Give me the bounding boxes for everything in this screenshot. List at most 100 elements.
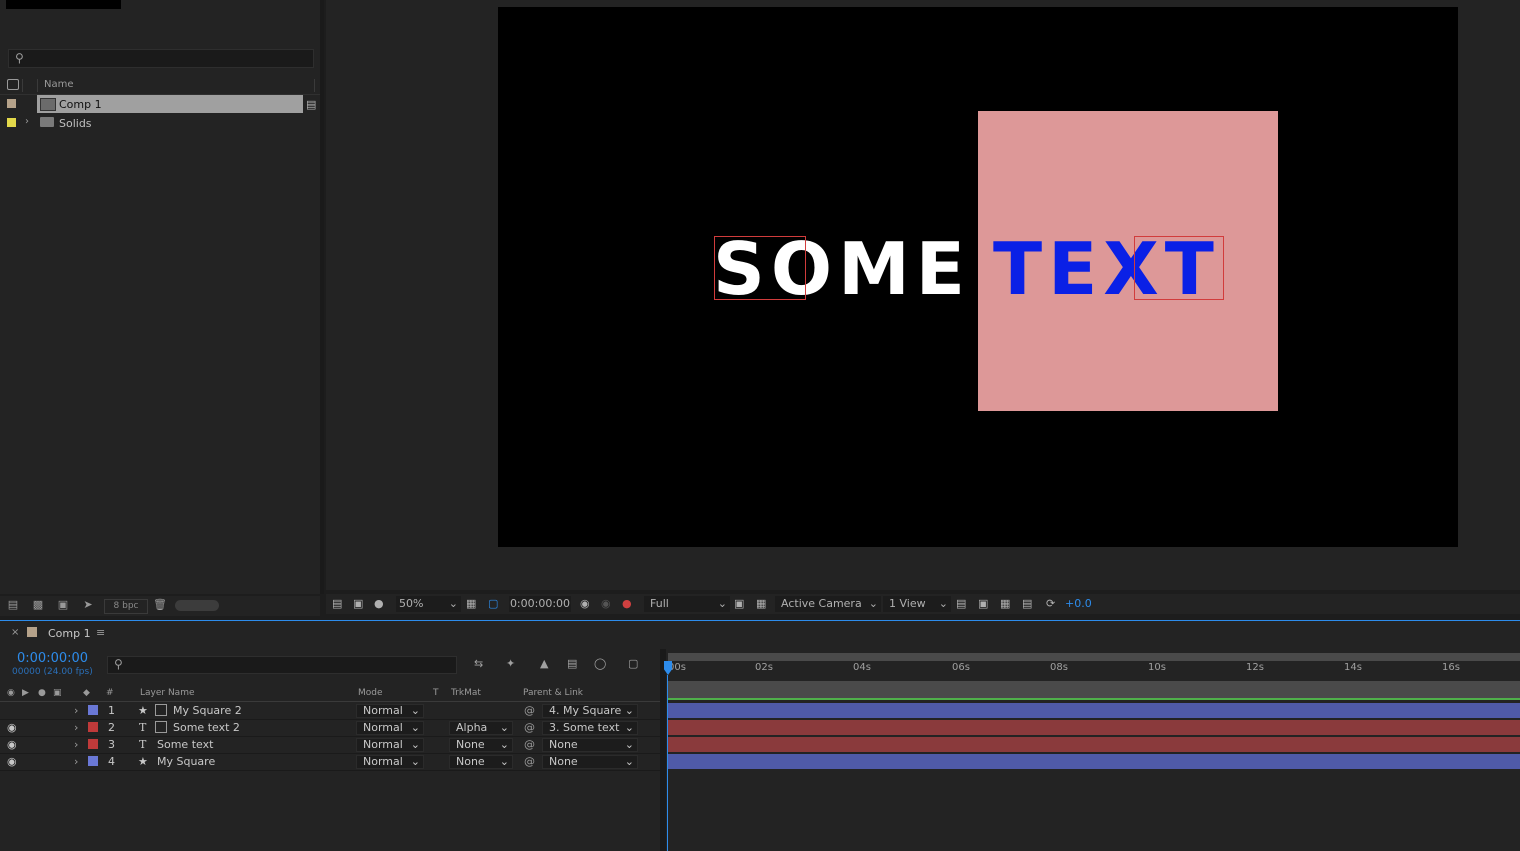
region-icon[interactable]: ▢	[488, 596, 498, 612]
layer-name[interactable]: Some text 2	[173, 721, 240, 734]
color-channels-icon[interactable]: ●	[622, 596, 632, 612]
layer-type-icon	[155, 704, 167, 716]
timeline-icon[interactable]: ▦	[1000, 596, 1010, 612]
pickwhip-icon[interactable]: @	[524, 755, 535, 768]
visibility-eye-icon[interactable]: ◉	[7, 738, 17, 751]
mode-dropdown[interactable]: Normal ⌄	[356, 755, 424, 769]
label-color-swatch[interactable]	[88, 705, 98, 715]
chevron-right-icon[interactable]: ›	[74, 704, 78, 717]
layer-name[interactable]: My Square 2	[173, 704, 242, 717]
pickwhip-icon[interactable]: @	[524, 738, 535, 751]
layer-name[interactable]: Some text	[157, 738, 213, 751]
parent-dropdown[interactable]: 3. Some text ⌄	[542, 721, 638, 735]
mode-dropdown[interactable]: Normal ⌄	[356, 721, 424, 735]
chevron-right-icon[interactable]: ›	[74, 738, 78, 751]
zoom-dropdown[interactable]: 50% ⌄	[396, 596, 461, 612]
grid-icon[interactable]: ▦	[466, 596, 476, 612]
new-folder-icon[interactable]: ▩	[31, 599, 45, 611]
mode-dropdown[interactable]: Normal ⌄	[356, 704, 424, 718]
mode-dropdown[interactable]: Normal ⌄	[356, 738, 424, 752]
layer-bar-1[interactable]	[668, 703, 1520, 718]
reset-exposure-icon[interactable]: ⟳	[1046, 596, 1055, 612]
chevron-right-icon[interactable]: ›	[74, 755, 78, 768]
mask-icon[interactable]: ●	[374, 596, 384, 612]
visibility-eye-icon[interactable]: ◉	[7, 721, 17, 734]
layer-name-header[interactable]: Layer Name	[140, 688, 195, 698]
render-icon[interactable]: ➤	[81, 599, 95, 611]
label-color-swatch[interactable]	[88, 722, 98, 732]
number-header: #	[106, 688, 114, 698]
pickwhip-icon[interactable]: @	[524, 721, 535, 734]
tab-comp-1[interactable]: Comp 1	[48, 627, 91, 640]
flowchart-icon[interactable]: ▤	[306, 98, 316, 111]
interpret-footage-icon[interactable]: ▤	[6, 599, 20, 611]
layer-bar-4[interactable]	[668, 754, 1520, 769]
parent-dropdown[interactable]: None ⌄	[542, 755, 638, 769]
current-time-display[interactable]: 0:00:00:00	[17, 651, 88, 666]
chevron-right-icon[interactable]: ›	[25, 116, 29, 127]
close-icon[interactable]: ×	[11, 627, 19, 638]
trkmat-header[interactable]: TrkMat	[451, 688, 481, 698]
graph-editor-icon[interactable]: ▢	[628, 657, 638, 670]
project-item-solids[interactable]: › Solids	[0, 114, 304, 132]
fast-preview-icon[interactable]: ▣	[734, 596, 744, 612]
show-snapshot-icon[interactable]: ◉	[601, 596, 611, 612]
preview-toggle-icon[interactable]: ▤	[332, 596, 342, 612]
trkmat-dropdown[interactable]: None ⌄	[449, 755, 513, 769]
folder-icon	[40, 117, 54, 127]
bpc-button[interactable]: 8 bpc	[104, 599, 148, 614]
label-tag-icon[interactable]	[7, 79, 19, 90]
layer-row-2[interactable]: ◉ › 2 T Some text 2 Normal ⌄ Alpha ⌄ @ 3. …	[0, 719, 660, 737]
time-ruler[interactable]: 00s 02s 04s 06s 08s 10s 12s 14s 16s	[668, 661, 1520, 681]
project-item-comp-1[interactable]: Comp 1 ▤	[0, 95, 316, 113]
visibility-eye-icon[interactable]: ◉	[7, 755, 17, 768]
new-composition-icon[interactable]: ▣	[56, 599, 70, 611]
layer-row-3[interactable]: ◉ › 3 T Some text Normal ⌄ None ⌄ @ None ⌄	[0, 736, 660, 754]
chevron-down-icon: ⌄	[410, 755, 420, 768]
parent-link-header[interactable]: Parent & Link	[523, 688, 583, 698]
camera-dropdown[interactable]: Active Camera ⌄	[775, 596, 881, 612]
transparency-grid-icon[interactable]: ▦	[756, 596, 766, 612]
flowchart-icon[interactable]: ▤	[1022, 596, 1032, 612]
draft-3d-icon[interactable]: ✦	[506, 657, 515, 670]
parent-dropdown[interactable]: None ⌄	[542, 738, 638, 752]
thumbnail-slider[interactable]	[175, 600, 219, 611]
composition-canvas[interactable]: SOME TEXT	[498, 7, 1458, 547]
panel-divider[interactable]	[320, 0, 324, 594]
trkmat-dropdown[interactable]: None ⌄	[449, 738, 513, 752]
resolution-dropdown[interactable]: Full ⌄	[644, 596, 730, 612]
layer-bar-2[interactable]	[668, 720, 1520, 735]
mode-header[interactable]: Mode	[358, 688, 383, 698]
timeline-search-input[interactable]: ⚲	[107, 656, 457, 674]
chevron-down-icon: ⌄	[624, 704, 634, 717]
label-color-swatch[interactable]	[7, 99, 16, 108]
view-layout-dropdown[interactable]: 1 View ⌄	[883, 596, 951, 612]
camera-snapshot-icon[interactable]: ◉	[580, 596, 590, 612]
current-time-button[interactable]: 0:00:00:00	[509, 596, 571, 612]
layer-row-4[interactable]: ◉ › 4 ★ My Square Normal ⌄ None ⌄ @ None ⌄	[0, 753, 660, 771]
label-color-swatch[interactable]	[7, 118, 16, 127]
composition-mini-flowchart-icon[interactable]: ⇆	[474, 657, 483, 670]
layer-row-1[interactable]: › 1 ★ My Square 2 Normal ⌄ @ 4. My Square…	[0, 702, 660, 720]
exposure-value[interactable]: +0.0	[1065, 596, 1092, 612]
label-color-swatch[interactable]	[88, 739, 98, 749]
work-area-bar[interactable]	[668, 653, 1520, 661]
label-color-swatch[interactable]	[88, 756, 98, 766]
region-of-interest-icon[interactable]: ▣	[978, 596, 988, 612]
project-search-input[interactable]: ⚲	[8, 49, 314, 68]
chevron-right-icon[interactable]: ›	[74, 721, 78, 734]
frame-blending-icon[interactable]: ▤	[567, 657, 577, 670]
panel-menu-icon[interactable]: ≡	[96, 626, 105, 639]
monitor-icon[interactable]: ▣	[353, 596, 363, 612]
layer-bar-3[interactable]	[668, 737, 1520, 752]
trash-icon[interactable]: 🗑	[153, 599, 167, 611]
parent-dropdown[interactable]: 4. My Square ⌄	[542, 704, 638, 718]
trkmat-dropdown[interactable]: Alpha ⌄	[449, 721, 513, 735]
motion-blur-icon[interactable]: ◯	[594, 657, 606, 670]
timeline-split-divider[interactable]	[660, 649, 666, 851]
shy-layers-icon[interactable]: ▲	[540, 657, 548, 670]
pickwhip-icon[interactable]: @	[524, 704, 535, 717]
toggle-pixel-aspect-icon[interactable]: ▤	[956, 596, 966, 612]
layer-name[interactable]: My Square	[157, 755, 215, 768]
name-column-header[interactable]: Name	[44, 79, 74, 90]
